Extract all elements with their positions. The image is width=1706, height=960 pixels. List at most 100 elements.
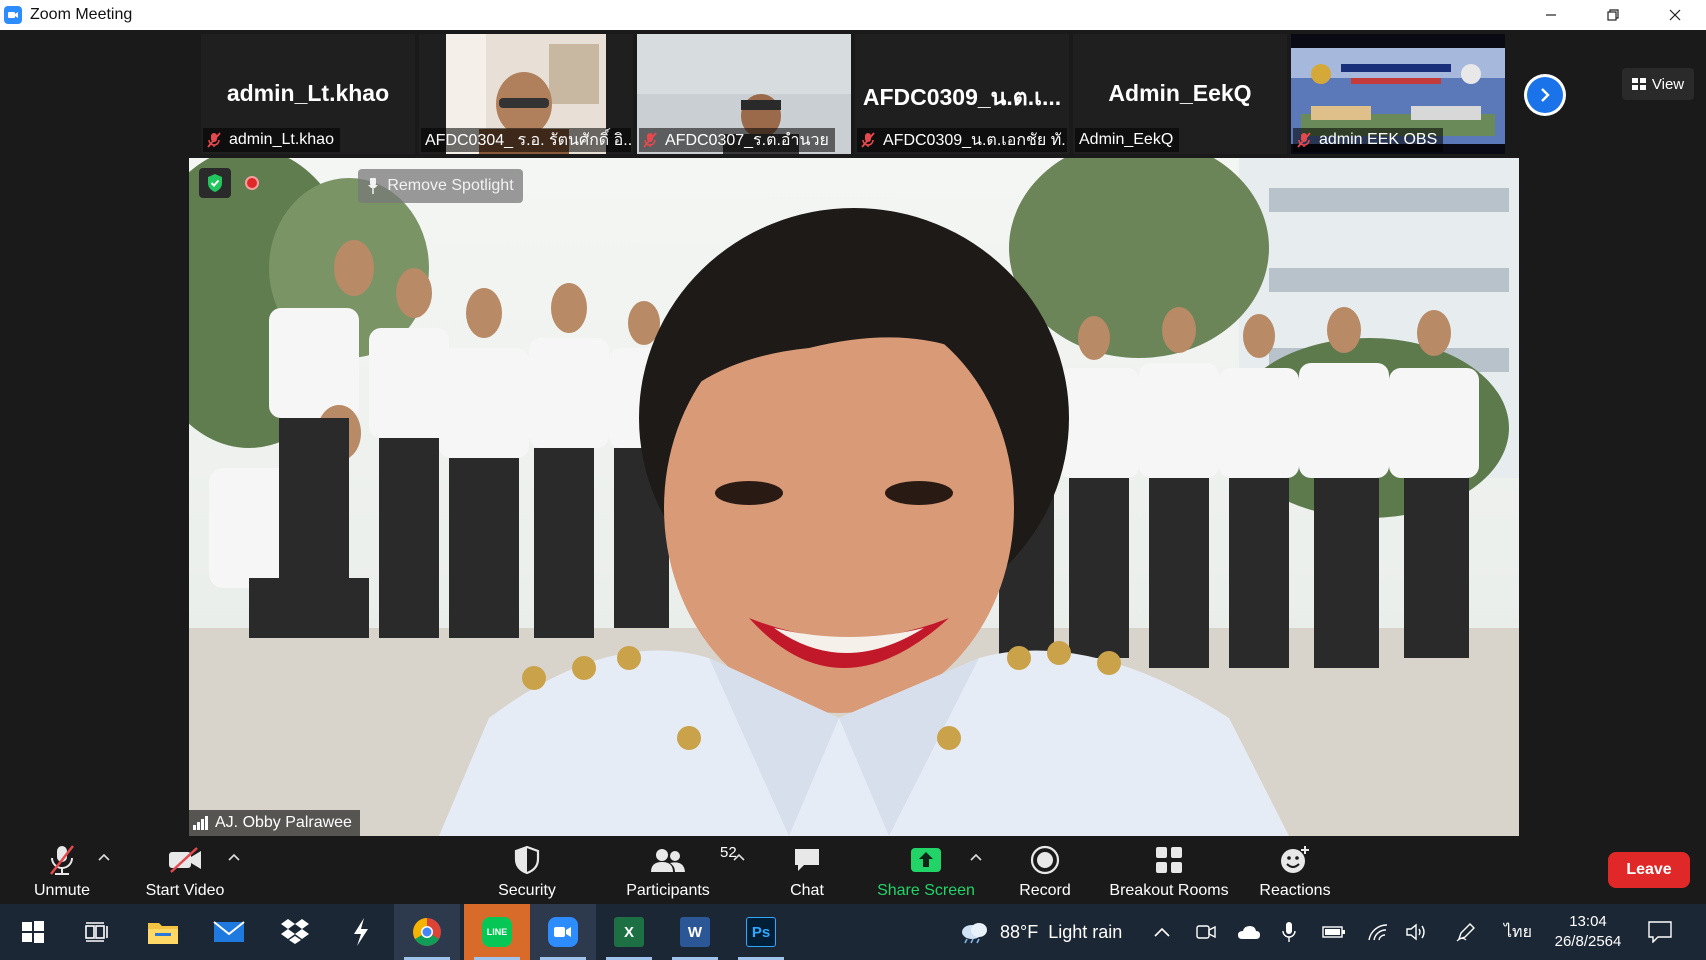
zoom-taskbar-icon[interactable]	[530, 904, 596, 960]
audio-options-chevron-up-icon[interactable]	[98, 850, 110, 864]
video-options-chevron-up-icon[interactable]	[228, 850, 240, 864]
participants-label: Participants	[626, 882, 710, 899]
close-button[interactable]	[1644, 0, 1706, 30]
mic-muted-icon	[50, 845, 74, 875]
participant-big-name: AFDC0309_น.ต.เ...	[862, 84, 1062, 110]
recording-indicator-icon	[245, 176, 259, 190]
participant-label: AFDC0304_ ร.อ. รัตนศักดิ์ อิ...	[421, 128, 631, 152]
participant-label: admin_Lt.khao	[203, 128, 340, 152]
mic-muted-icon	[1297, 132, 1311, 148]
participant-tile[interactable]: Admin_EekQ Admin_EekQ	[1073, 34, 1287, 154]
share-screen-button[interactable]: Share Screen	[872, 836, 980, 904]
speaker-name-tag: AJ. Obby Palrawee	[189, 810, 360, 836]
volume-icon[interactable]	[1406, 904, 1428, 960]
task-view-button[interactable]	[64, 904, 130, 960]
minimize-button[interactable]	[1520, 0, 1582, 30]
participant-name: AFDC0307_ร.ต.อำนวย	[665, 131, 829, 149]
show-hidden-icons-chevron-up-icon[interactable]	[1154, 904, 1170, 960]
clock-time: 13:04	[1569, 913, 1607, 930]
pen-icon[interactable]	[1456, 904, 1476, 960]
title-bar: Zoom Meeting	[0, 0, 1706, 30]
participant-tile[interactable]: admin_Lt.khao admin_Lt.khao	[201, 34, 415, 154]
line-taskbar-icon[interactable]: LINE	[464, 904, 530, 960]
meet-now-icon[interactable]	[1196, 904, 1216, 960]
zoom-logo-icon	[4, 6, 22, 24]
file-explorer-taskbar-icon[interactable]	[130, 904, 196, 960]
chevron-right-icon	[1541, 88, 1550, 102]
participants-icon	[651, 849, 685, 872]
participants-options-chevron-up-icon[interactable]	[733, 850, 745, 864]
participant-label: AFDC0309_น.ต.เอกชัย ทั...	[857, 128, 1067, 152]
participant-name: admin_Lt.khao	[229, 131, 334, 148]
remove-spotlight-label: Remove Spotlight	[387, 177, 514, 194]
restore-button[interactable]	[1582, 0, 1644, 30]
unmute-button[interactable]: Unmute	[24, 836, 100, 904]
window-title: Zoom Meeting	[30, 6, 133, 23]
mail-taskbar-icon[interactable]	[196, 904, 262, 960]
participant-tile[interactable]: AFDC0307_ร.ต.อำนวย	[637, 34, 851, 154]
participant-name: AFDC0304_ ร.อ. รัตนศักดิ์ อิ...	[425, 131, 631, 149]
breakout-rooms-label: Breakout Rooms	[1109, 882, 1229, 899]
participant-big-name: Admin_EekQ	[1108, 80, 1252, 106]
mic-muted-icon	[861, 132, 875, 148]
start-button[interactable]	[0, 904, 66, 960]
system-clock[interactable]: 13:04 26/8/2564	[1552, 912, 1624, 952]
microphone-tray-icon[interactable]	[1282, 904, 1296, 960]
unmute-label: Unmute	[33, 882, 91, 899]
video-off-icon	[169, 847, 201, 873]
signal-strength-icon	[193, 816, 209, 830]
battery-icon[interactable]	[1322, 904, 1346, 960]
clock-date: 26/8/2564	[1554, 933, 1622, 950]
security-label: Security	[498, 882, 556, 899]
remove-spotlight-button[interactable]: Remove Spotlight	[358, 169, 523, 203]
breakout-rooms-button[interactable]: Breakout Rooms	[1106, 836, 1232, 904]
participant-label: Admin_EekQ	[1075, 128, 1180, 152]
participant-name: Admin_EekQ	[1079, 131, 1174, 148]
word-taskbar-icon[interactable]: W	[662, 904, 728, 960]
photoshop-taskbar-icon[interactable]: Ps	[728, 904, 794, 960]
chat-icon	[795, 849, 819, 871]
meeting-toolbar: Unmute Start Video Security 52 Participa…	[0, 836, 1706, 904]
share-screen-icon	[911, 848, 941, 872]
onedrive-cloud-icon[interactable]	[1237, 904, 1261, 960]
start-video-button[interactable]: Start Video	[140, 836, 230, 904]
chat-label: Chat	[790, 882, 824, 899]
share-screen-label: Share Screen	[877, 882, 975, 899]
view-label: View	[1651, 75, 1685, 93]
speaker-name: AJ. Obby Palrawee	[215, 814, 352, 831]
security-button[interactable]: Security	[490, 836, 564, 904]
pin-icon	[368, 178, 379, 194]
record-label: Record	[1019, 882, 1071, 899]
reactions-icon	[1281, 846, 1309, 873]
participant-strip: admin_Lt.khao admin_Lt.khao AFDC0304_ ร.…	[0, 30, 1706, 158]
excel-taskbar-icon[interactable]: X	[596, 904, 662, 960]
shield-icon	[514, 845, 540, 875]
share-options-chevron-up-icon[interactable]	[970, 850, 982, 864]
view-button[interactable]: View	[1622, 68, 1694, 100]
next-page-button[interactable]	[1524, 74, 1566, 116]
leave-button[interactable]: Leave	[1608, 852, 1690, 888]
participant-label: AFDC0307_ร.ต.อำนวย	[639, 128, 835, 152]
encryption-shield-icon[interactable]	[199, 168, 231, 198]
reactions-button[interactable]: Reactions	[1256, 836, 1334, 904]
dropbox-taskbar-icon[interactable]	[262, 904, 328, 960]
participant-tile[interactable]: admin EEK OBS	[1291, 34, 1505, 154]
participant-tile[interactable]: AFDC0304_ ร.อ. รัตนศักดิ์ อิ...	[419, 34, 633, 154]
participant-tile[interactable]: AFDC0309_น.ต.เ... AFDC0309_น.ต.เอกชัย ทั…	[855, 34, 1069, 154]
speaker-video	[189, 158, 1519, 836]
record-button[interactable]: Record	[1010, 836, 1080, 904]
bolt-app-taskbar-icon[interactable]	[328, 904, 394, 960]
record-icon	[1030, 845, 1060, 875]
notifications-icon[interactable]	[1648, 904, 1672, 960]
input-language-indicator[interactable]: ไทย	[1504, 904, 1532, 960]
breakout-rooms-icon	[1156, 847, 1182, 873]
wifi-icon[interactable]	[1367, 904, 1389, 960]
mic-muted-icon	[207, 132, 221, 148]
participants-button[interactable]: 52 Participants	[618, 836, 736, 904]
cloud-rain-icon	[962, 923, 987, 944]
start-video-label: Start Video	[145, 882, 225, 899]
participant-name: AFDC0309_น.ต.เอกชัย ทั...	[883, 131, 1067, 149]
chrome-taskbar-icon[interactable]	[394, 904, 460, 960]
weather-widget[interactable]: 88°F Light rain	[958, 904, 1122, 960]
chat-button[interactable]: Chat	[780, 836, 834, 904]
